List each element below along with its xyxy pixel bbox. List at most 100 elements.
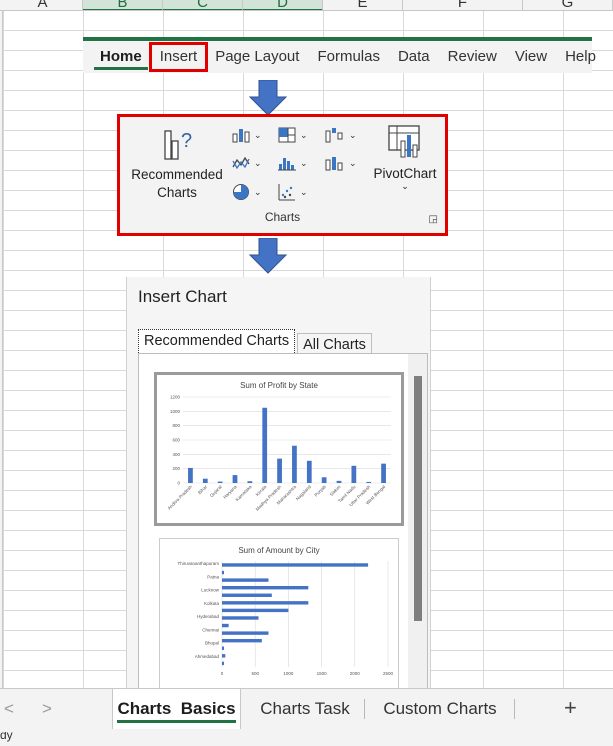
- amount-by-city-chart: Sum of Amount by City 0 500 1000 1500 2000 250…: [177, 546, 394, 676]
- x-tick-label: Karnataka: [235, 484, 253, 502]
- tab-help[interactable]: Help: [556, 44, 605, 70]
- y-tick-label: 400: [172, 452, 180, 457]
- x-tick-label: 1500: [317, 671, 328, 676]
- tab-page-layout[interactable]: Page Layout: [206, 44, 308, 70]
- y-tick-label: Bhopal: [205, 641, 219, 646]
- next-sheet-button[interactable]: >: [42, 699, 52, 719]
- column-header-d[interactable]: D: [243, 0, 323, 10]
- column-chart-button[interactable]: ⌄: [232, 127, 262, 143]
- add-sheet-button[interactable]: +: [564, 695, 577, 721]
- y-tick-label: Thiruvananthapuram: [177, 561, 219, 566]
- y-tick-label: 0: [177, 481, 180, 486]
- pie-chart-icon: [233, 184, 249, 200]
- x-tick-label: 2500: [383, 671, 394, 676]
- insert-chart-dialog: Insert Chart Recommended Charts All Char…: [126, 277, 431, 688]
- line-chart-button[interactable]: ⌄: [232, 155, 262, 171]
- sheet-tab-custom-charts[interactable]: Custom Charts: [370, 689, 510, 729]
- tab-insert[interactable]: Insert: [148, 42, 209, 72]
- column-header: A B C D E F G: [0, 0, 613, 11]
- bar: [217, 481, 223, 483]
- bar: [222, 661, 224, 666]
- combo-chart-icon: [325, 157, 343, 171]
- statistic-chart-icon: [278, 158, 296, 171]
- arrow-down-icon: [248, 80, 288, 116]
- column-header-f[interactable]: F: [403, 0, 523, 10]
- y-tick-label: Lucknow: [201, 588, 220, 593]
- combo-chart-button[interactable]: ⌄: [325, 155, 357, 171]
- recommended-charts-list: Sum of Profit by State 0 200 400 600 800 1000 1…: [138, 353, 428, 688]
- y-tick-label: 800: [172, 423, 180, 428]
- recommended-charts-icon: ?: [164, 130, 192, 160]
- charts-ribbon-group: ? Recommended Charts ⌄ ⌄ ⌄ ⌄ ⌄ ⌄ ⌄ ⌄ Piv…: [117, 114, 448, 236]
- status-bar: dy: [0, 732, 613, 746]
- sheet-tab-divider: [514, 699, 515, 719]
- bar: [351, 465, 357, 483]
- sheet-tab-bar: < > Charts Basics Charts Task Custom Cha…: [0, 688, 613, 732]
- profit-by-state-chart: Sum of Profit by State 0 200 400 600 800 1000 1…: [167, 381, 391, 512]
- waterfall-chart-button[interactable]: ⌄: [325, 127, 357, 143]
- scatter-chart-button[interactable]: ⌄: [278, 183, 308, 201]
- column-header-b[interactable]: B: [83, 0, 163, 10]
- bar: [222, 570, 224, 575]
- column-header-c[interactable]: C: [163, 0, 243, 10]
- waterfall-chart-icon: [325, 128, 343, 143]
- bar: [222, 646, 224, 650]
- chart-thumbnail-profit-by-state[interactable]: Sum of Profit by State 0 200 400 600 800 1000 1…: [154, 372, 404, 526]
- column-header-a[interactable]: A: [3, 0, 83, 10]
- bar: [222, 593, 272, 597]
- chart-title: Sum of Amount by City: [238, 546, 319, 555]
- pie-chart-button[interactable]: ⌄: [232, 183, 262, 201]
- bar: [321, 477, 327, 483]
- bar: [222, 608, 289, 613]
- row-header-strip: [0, 11, 3, 688]
- bar: [222, 631, 269, 635]
- bar: [222, 623, 229, 628]
- bar: [188, 467, 193, 483]
- charts-group-label: Charts: [264, 210, 301, 224]
- bar: [222, 585, 309, 590]
- bar: [222, 563, 369, 567]
- hierarchy-chart-icon: [278, 127, 296, 143]
- bar: [381, 463, 386, 483]
- bar: [232, 475, 238, 483]
- recommended-charts-button[interactable]: ? Recommended Charts: [127, 125, 227, 202]
- chart-thumbnail-amount-by-city[interactable]: Sum of Amount by City 0 500 1000 1500 2000 250…: [159, 538, 399, 688]
- x-tick-label: 2000: [350, 671, 361, 676]
- y-tick-label: Kolkata: [204, 601, 220, 606]
- hierarchy-chart-button[interactable]: ⌄: [278, 127, 308, 143]
- x-tick-label: Kerala: [255, 484, 268, 497]
- column-header-e[interactable]: E: [323, 0, 403, 10]
- tab-data[interactable]: Data: [389, 44, 439, 70]
- arrow-down-icon: [248, 238, 288, 274]
- x-tick-label: 0: [221, 671, 224, 676]
- tab-view[interactable]: View: [506, 44, 556, 70]
- x-tick-label: Nagaland: [295, 484, 313, 502]
- sheet-tab-charts-basics[interactable]: Charts Basics: [112, 689, 241, 729]
- y-tick-label: Patna: [207, 574, 219, 579]
- prev-sheet-button[interactable]: <: [4, 699, 14, 719]
- svg-text:?: ?: [181, 130, 192, 152]
- bar: [222, 616, 259, 620]
- recommended-charts-label-2: Charts: [157, 185, 197, 200]
- bar: [247, 481, 253, 483]
- bar: [222, 654, 226, 658]
- column-header-g[interactable]: G: [523, 0, 613, 10]
- bar: [262, 407, 268, 483]
- bar: [222, 638, 262, 643]
- dialog-launcher-icon[interactable]: ◲: [429, 214, 438, 225]
- bar: [222, 578, 269, 582]
- bar: [306, 460, 312, 483]
- bar: [202, 478, 208, 483]
- bar: [336, 480, 342, 483]
- tab-home[interactable]: Home: [91, 44, 151, 70]
- pivotchart-button[interactable]: PivotChart ⌄: [370, 125, 440, 192]
- tab-review[interactable]: Review: [439, 44, 506, 70]
- statistic-chart-button[interactable]: ⌄: [278, 155, 308, 171]
- x-tick-label: Andhra Pradesh: [167, 484, 194, 511]
- tab-formulas[interactable]: Formulas: [308, 44, 389, 70]
- recommended-charts-label-1: Recommended: [131, 167, 223, 182]
- y-tick-label: Ahmedabad: [195, 654, 220, 659]
- bar: [222, 601, 309, 605]
- sheet-tab-charts-task[interactable]: Charts Task: [248, 689, 362, 729]
- scrollbar-thumb[interactable]: [414, 376, 422, 621]
